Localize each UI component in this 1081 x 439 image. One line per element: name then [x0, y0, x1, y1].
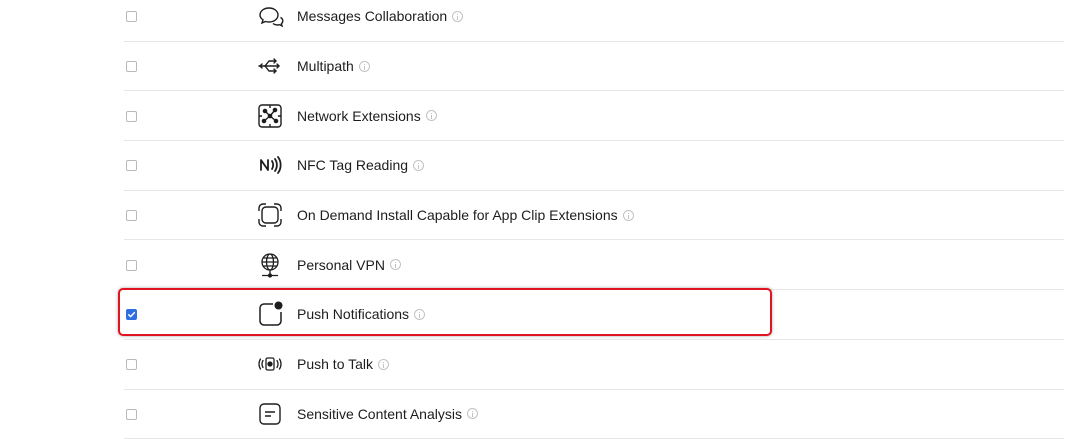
- capability-checkbox[interactable]: [126, 111, 137, 122]
- capability-label: On Demand Install Capable for App Clip E…: [297, 207, 634, 223]
- info-icon[interactable]: [414, 309, 425, 320]
- capability-label: Network Extensions: [297, 108, 437, 124]
- capability-row-personal-vpn: Personal VPN: [124, 240, 1064, 290]
- capability-checkbox[interactable]: [126, 210, 137, 221]
- capability-checkbox[interactable]: [126, 160, 137, 171]
- multipath-icon: [256, 52, 284, 80]
- capability-label: Sensitive Content Analysis: [297, 406, 478, 422]
- info-icon[interactable]: [467, 408, 478, 419]
- capability-row-nfc-tag-reading: NFC Tag Reading: [124, 141, 1064, 191]
- info-icon[interactable]: [426, 110, 437, 121]
- info-icon[interactable]: [378, 359, 389, 370]
- capability-label: Push to Talk: [297, 356, 389, 372]
- push-to-talk-icon: [256, 350, 284, 378]
- capability-label: Messages Collaboration: [297, 8, 463, 24]
- capability-checkbox[interactable]: [126, 359, 137, 370]
- capability-row-app-clip: On Demand Install Capable for App Clip E…: [124, 191, 1064, 241]
- capability-checkbox[interactable]: [126, 260, 137, 271]
- capability-label: Multipath: [297, 58, 370, 74]
- info-icon[interactable]: [452, 11, 463, 22]
- capability-label: Push Notifications: [297, 306, 425, 322]
- push-notifications-icon: [256, 300, 284, 328]
- info-icon[interactable]: [359, 61, 370, 72]
- capability-row-push-notifications: Push Notifications: [124, 290, 1064, 340]
- capability-row-multipath: Multipath: [124, 42, 1064, 92]
- capability-row-push-to-talk: Push to Talk: [124, 340, 1064, 390]
- capabilities-list: Messages Collaboration Multipath: [0, 0, 1081, 439]
- capability-checkbox-checked[interactable]: [126, 309, 137, 320]
- info-icon[interactable]: [413, 160, 424, 171]
- nfc-icon: [256, 151, 284, 179]
- capability-checkbox[interactable]: [126, 409, 137, 420]
- app-clip-icon: [256, 201, 284, 229]
- sensitive-content-icon: [256, 400, 284, 428]
- capability-row-messages-collaboration: Messages Collaboration: [124, 0, 1064, 42]
- network-extensions-icon: [256, 102, 284, 130]
- info-icon[interactable]: [390, 259, 401, 270]
- capability-checkbox[interactable]: [126, 11, 137, 22]
- capability-label: NFC Tag Reading: [297, 157, 424, 173]
- capability-row-sensitive-content: Sensitive Content Analysis: [124, 390, 1064, 439]
- globe-vpn-icon: [256, 251, 284, 279]
- messages-collaboration-icon: [256, 2, 284, 30]
- info-icon[interactable]: [623, 210, 634, 221]
- capability-checkbox[interactable]: [126, 61, 137, 72]
- capability-row-network-extensions: Network Extensions: [124, 91, 1064, 141]
- capability-label: Personal VPN: [297, 257, 401, 273]
